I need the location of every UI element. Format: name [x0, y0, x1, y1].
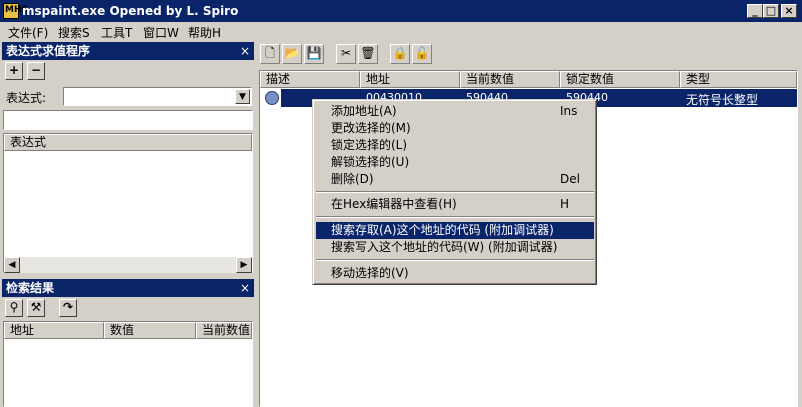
search-panel-title: 检索结果: [6, 281, 55, 295]
status-circle-icon: [265, 91, 279, 105]
ctx-modify-selected[interactable]: 更改选择的(M): [316, 120, 594, 137]
menu-bar: 文件(F) 搜索S 工具T 窗口W 帮助H: [0, 22, 802, 41]
expression-list[interactable]: 表达式 ◀ ▶: [3, 133, 253, 273]
title-bar: MHS mspaint.exe Opened by L. Spiro _ □ ×: [0, 0, 802, 22]
col-current-value[interactable]: 当前数值: [460, 71, 560, 88]
expr-panel-header: 表达式求值程序 ×: [2, 42, 254, 60]
ctx-view-hex[interactable]: 在Hex编辑器中查看(H) H: [316, 196, 594, 213]
ctx-item-label: 在Hex编辑器中查看(H): [331, 197, 457, 211]
open-icon[interactable]: 📂: [282, 44, 302, 64]
ctx-unlock-selected[interactable]: 解锁选择的(U): [316, 154, 594, 171]
jump-icon[interactable]: ↷: [59, 299, 77, 317]
expr-panel-title: 表达式求值程序: [6, 44, 91, 58]
menu-file[interactable]: 文件(F): [8, 24, 48, 41]
search-more-icon[interactable]: ⚒: [27, 299, 45, 317]
minimize-button[interactable]: _: [747, 4, 763, 18]
search-col-value[interactable]: 数值: [104, 322, 196, 339]
expr-panel-close-button[interactable]: ×: [240, 42, 250, 60]
menu-search[interactable]: 搜索S: [58, 24, 90, 41]
ctx-find-write-code[interactable]: 搜索写入这个地址的代码(W) (附加调试器): [316, 239, 594, 256]
search-results-list[interactable]: 地址 数值 当前数值: [3, 321, 253, 407]
ctx-separator: [316, 216, 594, 218]
col-description[interactable]: 描述: [260, 71, 360, 88]
ctx-separator: [316, 259, 594, 261]
ctx-item-shortcut: Ins: [560, 104, 578, 118]
ctx-add-address[interactable]: 添加地址(A) Ins: [316, 103, 594, 120]
window-title: mspaint.exe Opened by L. Spiro: [22, 4, 239, 18]
menu-help[interactable]: 帮助H: [188, 24, 221, 41]
search-col-address[interactable]: 地址: [4, 322, 104, 339]
cut-icon[interactable]: ✂: [336, 44, 356, 64]
col-type[interactable]: 类型: [680, 71, 797, 88]
ctx-item-shortcut: H: [560, 197, 570, 211]
col-locked-value[interactable]: 锁定数值: [560, 71, 680, 88]
ctx-item-label: 锁定选择的(L): [331, 138, 408, 152]
ctx-separator: [316, 191, 594, 193]
ctx-item-label: 添加地址(A): [331, 104, 397, 118]
search-col-current[interactable]: 当前数值: [196, 322, 252, 339]
ctx-item-label: 删除(D): [331, 172, 374, 186]
ctx-delete[interactable]: 删除(D) Del: [316, 171, 594, 188]
add-expression-button[interactable]: +: [5, 62, 23, 80]
ctx-item-label: 移动选择的(V): [331, 266, 409, 280]
scroll-left-icon[interactable]: ◀: [4, 257, 20, 273]
ctx-item-shortcut: Del: [560, 172, 580, 186]
chevron-down-icon[interactable]: ▼: [235, 89, 250, 104]
ctx-item-label: 搜索存取(A)这个地址的代码 (附加调试器): [331, 223, 554, 237]
unlock-icon[interactable]: 🔓: [412, 44, 432, 64]
expression-label: 表达式:: [6, 91, 47, 105]
expression-input[interactable]: [3, 110, 253, 130]
scroll-right-icon[interactable]: ▶: [236, 257, 252, 273]
menu-tools[interactable]: 工具T: [101, 24, 132, 41]
save-icon[interactable]: 💾: [304, 44, 324, 64]
expression-hscrollbar[interactable]: ◀ ▶: [4, 257, 252, 273]
menu-window[interactable]: 窗口W: [143, 24, 179, 41]
context-menu: 添加地址(A) Ins 更改选择的(M) 锁定选择的(L) 解锁选择的(U) 删…: [312, 99, 597, 285]
ctx-find-access-code[interactable]: 搜索存取(A)这个地址的代码 (附加调试器): [316, 222, 594, 239]
expression-combo[interactable]: ▼: [63, 87, 252, 106]
row-type: 无符号长整型: [686, 93, 759, 107]
col-address[interactable]: 地址: [360, 71, 460, 88]
ctx-item-label: 更改选择的(M): [331, 121, 411, 135]
delete-icon[interactable]: 🗑: [358, 44, 378, 64]
remove-expression-button[interactable]: −: [27, 62, 45, 80]
search-panel-close-button[interactable]: ×: [240, 279, 250, 297]
ctx-move-selected[interactable]: 移动选择的(V): [316, 265, 594, 282]
close-button[interactable]: ×: [781, 4, 797, 18]
expression-column-header[interactable]: 表达式: [4, 134, 252, 151]
ctx-lock-selected[interactable]: 锁定选择的(L): [316, 137, 594, 154]
new-icon[interactable]: 🗋: [260, 44, 280, 64]
ctx-item-label: 解锁选择的(U): [331, 155, 410, 169]
search-icon[interactable]: ⚲: [5, 299, 23, 317]
lock-icon[interactable]: 🔒: [390, 44, 410, 64]
search-panel-header: 检索结果 ×: [2, 279, 254, 297]
ctx-item-label: 搜索写入这个地址的代码(W) (附加调试器): [331, 240, 558, 254]
app-icon: MHS: [3, 3, 28, 19]
maximize-button[interactable]: □: [763, 4, 779, 18]
